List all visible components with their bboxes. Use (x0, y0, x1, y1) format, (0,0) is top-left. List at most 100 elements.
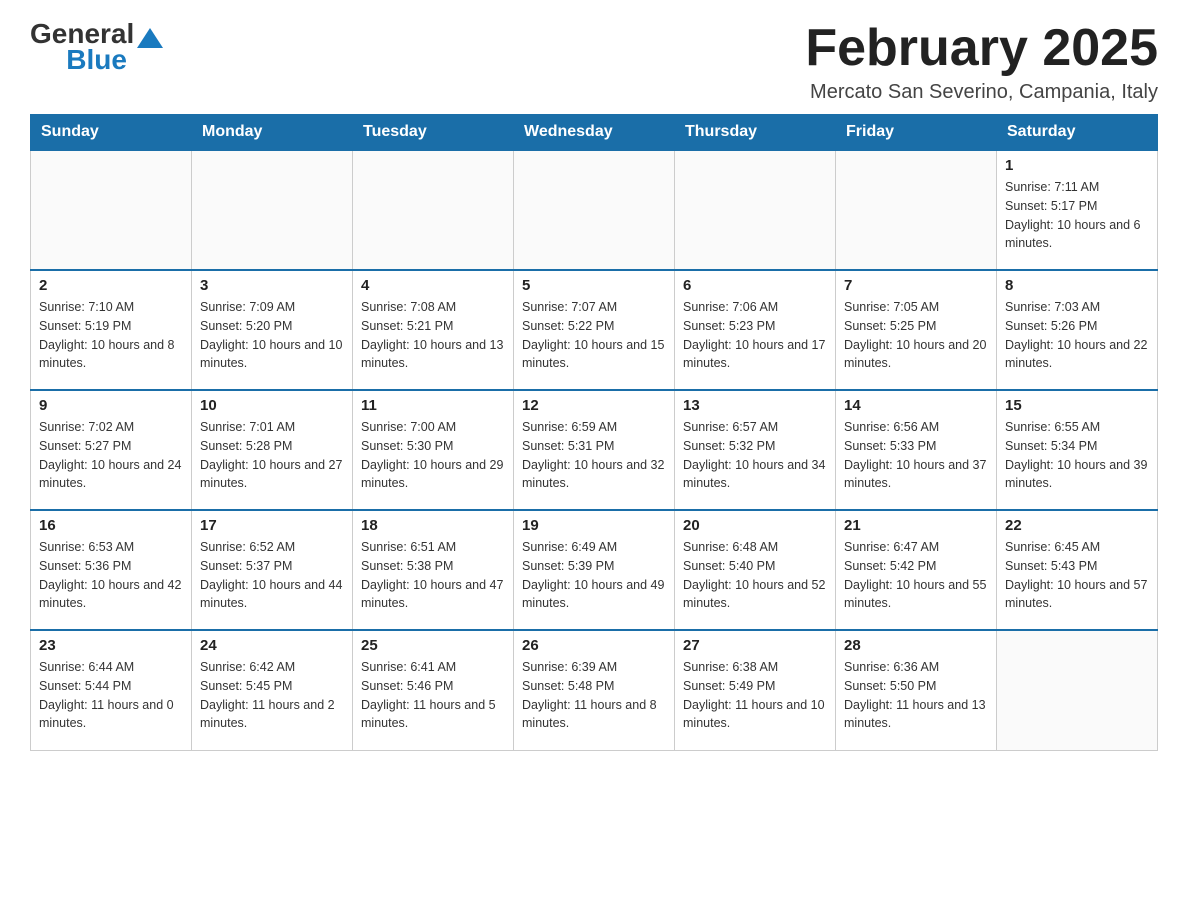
calendar-week-1: 1 Sunrise: 7:11 AM Sunset: 5:17 PM Daylig… (31, 150, 1158, 270)
day-number: 14 (844, 397, 988, 414)
day-info: Sunrise: 6:53 AM Sunset: 5:36 PM Dayligh… (39, 538, 183, 613)
calendar-cell: 23 Sunrise: 6:44 AM Sunset: 5:44 PM Dayli… (31, 630, 192, 750)
calendar-week-2: 2 Sunrise: 7:10 AM Sunset: 5:19 PM Daylig… (31, 270, 1158, 390)
calendar-cell (31, 150, 192, 270)
day-info: Sunrise: 6:52 AM Sunset: 5:37 PM Dayligh… (200, 538, 344, 613)
calendar-cell: 22Sunrise: 6:45 AM Sunset: 5:43 PM Dayli… (997, 510, 1158, 630)
day-number: 7 (844, 277, 988, 294)
day-number: 4 (361, 277, 505, 294)
location-subtitle: Mercato San Severino, Campania, Italy (805, 81, 1158, 104)
logo-blue-text: Blue (30, 46, 163, 74)
day-number: 8 (1005, 277, 1149, 294)
calendar-cell: 8 Sunrise: 7:03 AM Sunset: 5:26 PM Daylig… (997, 270, 1158, 390)
day-number: 15 (1005, 397, 1149, 414)
calendar-cell: 2 Sunrise: 7:10 AM Sunset: 5:19 PM Daylig… (31, 270, 192, 390)
day-number: 24 (200, 637, 344, 654)
day-number: 23 (39, 637, 183, 654)
day-info: Sunrise: 7:11 AM Sunset: 5:17 PM Dayligh… (1005, 178, 1149, 253)
day-number: 10 (200, 397, 344, 414)
calendar-cell: 13 Sunrise: 6:57 AM Sunset: 5:32 PM Dayli… (675, 390, 836, 510)
calendar-cell: 5 Sunrise: 7:07 AM Sunset: 5:22 PM Daylig… (514, 270, 675, 390)
calendar-cell (997, 630, 1158, 750)
day-info: Sunrise: 6:48 AM Sunset: 5:40 PM Dayligh… (683, 538, 827, 613)
calendar-header-row: SundayMondayTuesdayWednesdayThursdayFrid… (31, 115, 1158, 151)
day-info: Sunrise: 7:07 AM Sunset: 5:22 PM Dayligh… (522, 298, 666, 373)
day-info: Sunrise: 6:49 AM Sunset: 5:39 PM Dayligh… (522, 538, 666, 613)
calendar-week-5: 23 Sunrise: 6:44 AM Sunset: 5:44 PM Dayli… (31, 630, 1158, 750)
day-info: Sunrise: 7:05 AM Sunset: 5:25 PM Dayligh… (844, 298, 988, 373)
calendar-cell: 26Sunrise: 6:39 AM Sunset: 5:48 PM Dayli… (514, 630, 675, 750)
day-number: 12 (522, 397, 666, 414)
day-number: 2 (39, 277, 183, 294)
calendar-cell: 19 Sunrise: 6:49 AM Sunset: 5:39 PM Dayli… (514, 510, 675, 630)
day-info: Sunrise: 6:44 AM Sunset: 5:44 PM Dayligh… (39, 658, 183, 733)
day-number: 28 (844, 637, 988, 654)
day-info: Sunrise: 6:57 AM Sunset: 5:32 PM Dayligh… (683, 418, 827, 493)
calendar-cell (192, 150, 353, 270)
calendar-cell: 15 Sunrise: 6:55 AM Sunset: 5:34 PM Dayli… (997, 390, 1158, 510)
day-info: Sunrise: 7:03 AM Sunset: 5:26 PM Dayligh… (1005, 298, 1149, 373)
calendar-cell: 9 Sunrise: 7:02 AM Sunset: 5:27 PM Daylig… (31, 390, 192, 510)
day-number: 16 (39, 517, 183, 534)
day-info: Sunrise: 7:02 AM Sunset: 5:27 PM Dayligh… (39, 418, 183, 493)
calendar-header-sunday: Sunday (31, 115, 192, 151)
day-info: Sunrise: 6:38 AM Sunset: 5:49 PM Dayligh… (683, 658, 827, 733)
calendar-cell: 20 Sunrise: 6:48 AM Sunset: 5:40 PM Dayli… (675, 510, 836, 630)
day-number: 1 (1005, 157, 1149, 174)
calendar-cell: 10 Sunrise: 7:01 AM Sunset: 5:28 PM Dayli… (192, 390, 353, 510)
calendar-cell: 25 Sunrise: 6:41 AM Sunset: 5:46 PM Dayli… (353, 630, 514, 750)
calendar-cell: 1 Sunrise: 7:11 AM Sunset: 5:17 PM Daylig… (997, 150, 1158, 270)
day-info: Sunrise: 6:55 AM Sunset: 5:34 PM Dayligh… (1005, 418, 1149, 493)
calendar-cell: 28 Sunrise: 6:36 AM Sunset: 5:50 PM Dayli… (836, 630, 997, 750)
day-number: 5 (522, 277, 666, 294)
calendar-cell: 27 Sunrise: 6:38 AM Sunset: 5:49 PM Dayli… (675, 630, 836, 750)
calendar-cell: 7 Sunrise: 7:05 AM Sunset: 5:25 PM Daylig… (836, 270, 997, 390)
calendar-header-friday: Friday (836, 115, 997, 151)
day-number: 21 (844, 517, 988, 534)
day-info: Sunrise: 7:10 AM Sunset: 5:19 PM Dayligh… (39, 298, 183, 373)
title-block: February 2025 Mercato San Severino, Camp… (805, 20, 1158, 104)
page-header: General Blue February 2025 Mercato San S… (30, 20, 1158, 104)
calendar-cell: 24 Sunrise: 6:42 AM Sunset: 5:45 PM Dayli… (192, 630, 353, 750)
day-info: Sunrise: 7:06 AM Sunset: 5:23 PM Dayligh… (683, 298, 827, 373)
month-title: February 2025 (805, 20, 1158, 77)
day-info: Sunrise: 7:08 AM Sunset: 5:21 PM Dayligh… (361, 298, 505, 373)
calendar-cell (836, 150, 997, 270)
day-number: 27 (683, 637, 827, 654)
calendar-cell: 12 Sunrise: 6:59 AM Sunset: 5:31 PM Dayli… (514, 390, 675, 510)
day-info: Sunrise: 6:42 AM Sunset: 5:45 PM Dayligh… (200, 658, 344, 733)
calendar-header-thursday: Thursday (675, 115, 836, 151)
day-info: Sunrise: 6:45 AM Sunset: 5:43 PM Dayligh… (1005, 538, 1149, 613)
logo: General Blue (30, 20, 163, 74)
day-info: Sunrise: 7:09 AM Sunset: 5:20 PM Dayligh… (200, 298, 344, 373)
day-info: Sunrise: 6:41 AM Sunset: 5:46 PM Dayligh… (361, 658, 505, 733)
calendar-header-monday: Monday (192, 115, 353, 151)
day-info: Sunrise: 7:01 AM Sunset: 5:28 PM Dayligh… (200, 418, 344, 493)
calendar-header-tuesday: Tuesday (353, 115, 514, 151)
calendar-cell: 3 Sunrise: 7:09 AM Sunset: 5:20 PM Daylig… (192, 270, 353, 390)
calendar-cell: 17 Sunrise: 6:52 AM Sunset: 5:37 PM Dayli… (192, 510, 353, 630)
day-number: 20 (683, 517, 827, 534)
day-number: 26 (522, 637, 666, 654)
day-info: Sunrise: 6:56 AM Sunset: 5:33 PM Dayligh… (844, 418, 988, 493)
day-info: Sunrise: 6:36 AM Sunset: 5:50 PM Dayligh… (844, 658, 988, 733)
day-info: Sunrise: 7:00 AM Sunset: 5:30 PM Dayligh… (361, 418, 505, 493)
calendar-header-wednesday: Wednesday (514, 115, 675, 151)
day-info: Sunrise: 6:59 AM Sunset: 5:31 PM Dayligh… (522, 418, 666, 493)
calendar-cell: 16 Sunrise: 6:53 AM Sunset: 5:36 PM Dayli… (31, 510, 192, 630)
day-number: 3 (200, 277, 344, 294)
day-number: 19 (522, 517, 666, 534)
calendar-cell (353, 150, 514, 270)
calendar-cell: 4 Sunrise: 7:08 AM Sunset: 5:21 PM Daylig… (353, 270, 514, 390)
calendar-cell (514, 150, 675, 270)
day-info: Sunrise: 6:51 AM Sunset: 5:38 PM Dayligh… (361, 538, 505, 613)
day-number: 13 (683, 397, 827, 414)
day-number: 9 (39, 397, 183, 414)
day-info: Sunrise: 6:47 AM Sunset: 5:42 PM Dayligh… (844, 538, 988, 613)
calendar-cell: 14 Sunrise: 6:56 AM Sunset: 5:33 PM Dayli… (836, 390, 997, 510)
calendar-week-4: 16 Sunrise: 6:53 AM Sunset: 5:36 PM Dayli… (31, 510, 1158, 630)
calendar-header-saturday: Saturday (997, 115, 1158, 151)
calendar-cell: 18Sunrise: 6:51 AM Sunset: 5:38 PM Dayli… (353, 510, 514, 630)
day-number: 25 (361, 637, 505, 654)
day-number: 17 (200, 517, 344, 534)
